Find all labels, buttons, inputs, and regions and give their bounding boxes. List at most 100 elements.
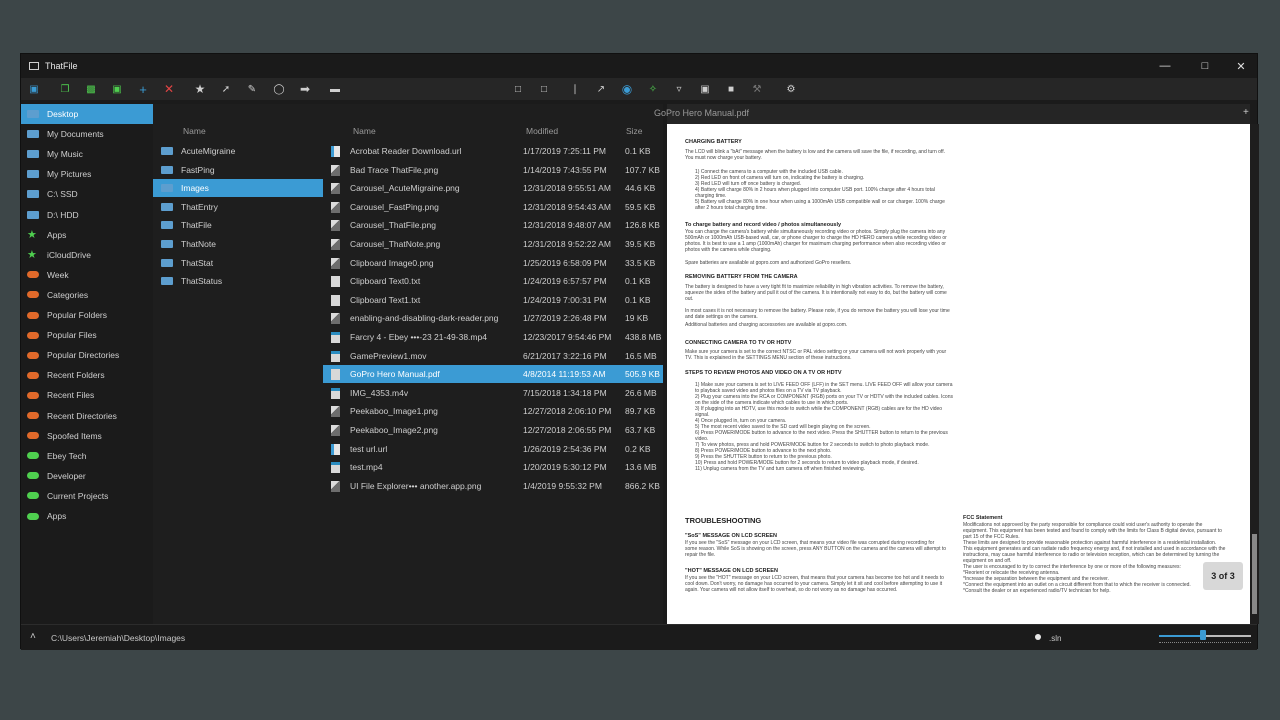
split-icon[interactable]: ∣ (567, 81, 583, 97)
gear-icon[interactable]: ⚙ (783, 81, 799, 97)
rename-icon[interactable]: ▬ (327, 81, 343, 97)
maximize-button[interactable]: □ (1187, 54, 1223, 78)
file-size: 126.8 KB (625, 220, 660, 231)
window-icon[interactable]: ■ (723, 81, 739, 97)
sidebar-item[interactable]: My Pictures (21, 164, 153, 184)
modified-header[interactable]: Modified (526, 126, 558, 136)
folders-header[interactable]: Name (183, 126, 206, 136)
toggle-icon[interactable]: ◯ (271, 81, 287, 97)
table-row[interactable]: Peekaboo_Image2.png 12/27/2018 2:06:55 PM… (323, 421, 663, 439)
file-size: 0.1 KB (625, 294, 651, 305)
preview-scrollbar[interactable] (1250, 124, 1259, 624)
chevron-up-icon[interactable]: ˄ (30, 631, 36, 642)
sidebar-item[interactable]: Categories (21, 285, 153, 305)
sidebar-item[interactable]: My Music (21, 144, 153, 164)
sidebar-item[interactable]: C:\ SSD (21, 184, 153, 204)
sidebar-item[interactable]: Popular Files (21, 325, 153, 345)
table-row[interactable]: test url.url 1/26/2019 2:54:36 PM 0.2 KB (323, 440, 663, 458)
pencil-icon[interactable]: ✎ (244, 81, 260, 97)
delete-icon[interactable]: ✕ (161, 81, 177, 97)
table-row[interactable]: UI File Explorer••• another.app.png 1/4/2… (323, 477, 663, 495)
paragraph-p8: Make sure your camera is set to the corr… (685, 349, 947, 361)
folder-item[interactable]: Images (153, 179, 323, 198)
add-icon[interactable]: + (135, 81, 151, 97)
pin-icon[interactable]: ➚ (218, 81, 234, 97)
sidebar-item[interactable]: Recent Folders (21, 365, 153, 385)
table-row[interactable]: GamePreview1.mov 6/21/2017 3:22:16 PM 16.5… (323, 347, 663, 365)
paste-icon[interactable]: ▩ (83, 81, 99, 97)
close-window-button[interactable]: ✕ (1223, 54, 1259, 78)
name-header[interactable]: Name (353, 126, 376, 136)
size-header[interactable]: Size (626, 126, 643, 136)
folder-item[interactable]: ThatNote (153, 235, 323, 253)
copy-path-icon[interactable]: □ (510, 81, 526, 97)
eye-icon[interactable]: ◉ (619, 81, 635, 97)
tools-icon[interactable]: ⚒ (749, 81, 765, 97)
file-modified: 12/31/2018 9:52:22 AM (523, 239, 611, 249)
folder-item[interactable]: ThatFile (153, 216, 323, 234)
table-row[interactable]: Peekaboo_Image1.png 12/27/2018 2:06:10 PM… (323, 402, 663, 420)
file-modified: 1/4/2019 9:55:32 PM (523, 480, 602, 491)
folder-icon[interactable]: ▣ (26, 81, 42, 97)
table-row[interactable]: IMG_4353.m4v 7/15/2018 1:34:18 PM 26.6 MB (323, 384, 663, 402)
table-row[interactable]: Carousel_FastPing.png 12/31/2018 9:54:43 … (323, 198, 663, 216)
table-row[interactable]: test.mp4 1/20/2019 5:30:12 PM 13.6 MB (323, 458, 663, 476)
video-file-icon (331, 387, 340, 399)
arrow-right-icon[interactable]: ➡ (297, 81, 313, 97)
folder-label: ThatStat (181, 257, 214, 268)
file-name: Bad Trace ThatFile.png (350, 164, 439, 175)
folder-item[interactable]: ThatEntry (153, 198, 323, 216)
add-tab-icon[interactable]: + (1243, 107, 1249, 118)
folder-label: ThatEntry (181, 201, 218, 212)
table-row[interactable]: Carousel_AcuteMigraine.png 12/31/2018 9:5… (323, 179, 663, 197)
sidebar-item[interactable]: Recent Directories (21, 406, 153, 426)
copy-icon[interactable]: ❐ (57, 81, 73, 97)
share-icon[interactable]: ✧ (645, 81, 661, 97)
sidebar-item[interactable]: Desktop (21, 104, 153, 124)
sidebar-item[interactable]: ★ Apps (21, 225, 153, 245)
sidebar-item[interactable]: Apps (21, 506, 153, 526)
table-row[interactable]: Bad Trace ThatFile.png 1/14/2019 7:43:55 … (323, 161, 663, 179)
folder-item[interactable]: FastPing (153, 161, 323, 179)
star-icon[interactable]: ★ (192, 81, 208, 97)
zoom-slider-knob[interactable] (1200, 630, 1207, 640)
new-file-icon[interactable]: ▣ (109, 81, 125, 97)
table-row[interactable]: Clipboard Image0.png 1/25/2019 6:58:09 PM… (323, 254, 663, 272)
sidebar-item[interactable]: My Documents (21, 124, 153, 144)
file-name: GamePreview1.mov (350, 350, 427, 361)
filter-icon[interactable]: ▿ (671, 81, 687, 97)
folder-item[interactable]: ThatStat (153, 254, 323, 272)
file-size: 13.6 MB (625, 462, 657, 473)
link-icon[interactable]: ↗ (593, 81, 609, 97)
sidebar-item[interactable]: Current Projects (21, 486, 153, 506)
table-row[interactable]: Acrobat Reader Download.url 1/17/2019 7:2… (323, 142, 663, 160)
sidebar-item[interactable]: Popular Directories (21, 345, 153, 365)
camera-icon[interactable]: ▣ (697, 81, 713, 97)
table-row[interactable]: GoPro Hero Manual.pdf 4/8/2014 11:19:53 A… (323, 365, 663, 384)
folder-item[interactable]: ThatStatus (153, 272, 323, 290)
table-row[interactable]: Clipboard Text0.txt 1/24/2019 6:57:57 PM 0… (323, 272, 663, 290)
table-row[interactable]: Carousel_ThatFile.png 12/31/2018 9:48:07 … (323, 216, 663, 234)
sidebar-item[interactable]: Spoofed Items (21, 426, 153, 446)
sidebar-item[interactable]: Developer (21, 466, 153, 486)
file-size: 505.9 KB (625, 369, 660, 380)
sidebar-item[interactable]: Popular Folders (21, 305, 153, 325)
scrollbar-thumb[interactable] (1252, 534, 1257, 614)
table-row[interactable]: Farcry 4 - Ebey •••-23 21-49-38.mp4 12/23… (323, 328, 663, 346)
sidebar-item[interactable]: Recent Files (21, 385, 153, 405)
file-size: 866.2 KB (625, 480, 660, 491)
sidebar-item[interactable]: Week (21, 265, 153, 285)
table-row[interactable]: Clipboard Text1.txt 1/24/2019 7:00:31 PM 0… (323, 291, 663, 309)
sidebar-item[interactable]: ★ iCloudDrive (21, 245, 153, 265)
table-row[interactable]: enabling-and-disabling-dark-reader.png 1/… (323, 309, 663, 327)
sidebar-item-label: Developer (47, 470, 86, 481)
sidebar-item[interactable]: D:\ HDD (21, 205, 153, 225)
file-name: Acrobat Reader Download.url (350, 146, 462, 156)
tag-icon (27, 331, 39, 339)
sidebar-item[interactable]: Ebey Tech (21, 446, 153, 466)
folder-icon (161, 240, 173, 248)
table-row[interactable]: Carousel_ThatNote.png 12/31/2018 9:52:22 … (323, 235, 663, 253)
paste-path-icon[interactable]: □ (536, 81, 552, 97)
minimize-button[interactable]: — (1147, 54, 1183, 78)
folder-item[interactable]: AcuteMigraine (153, 142, 323, 160)
